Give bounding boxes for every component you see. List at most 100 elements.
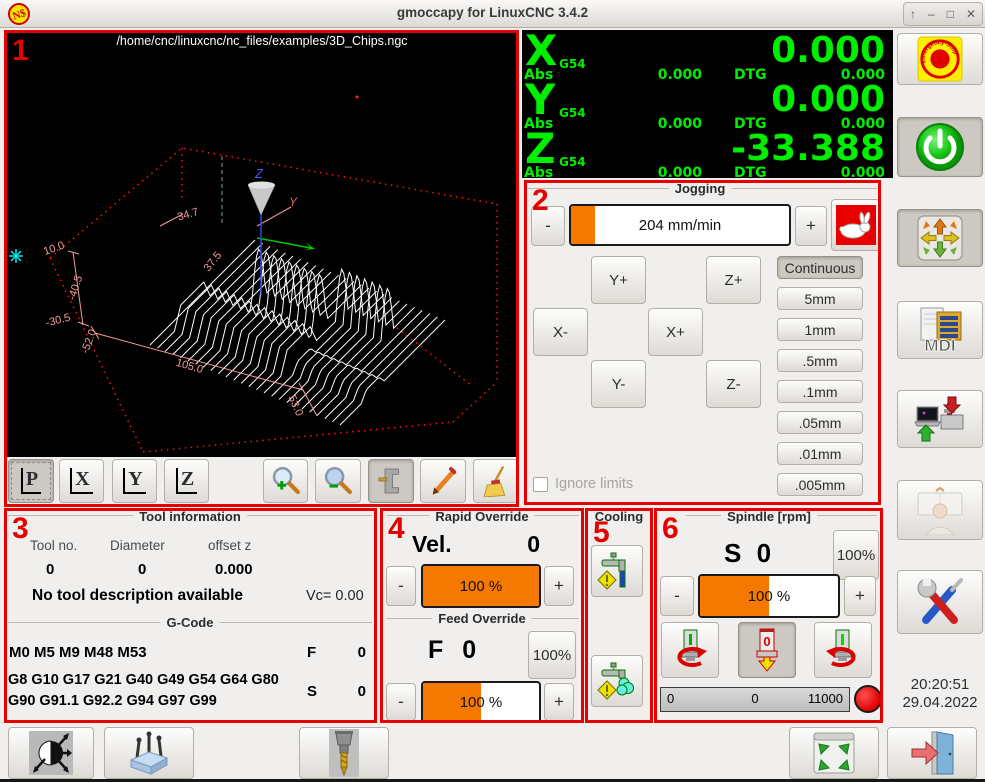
exit-button[interactable] xyxy=(887,727,977,779)
tool-no-header: Tool no. xyxy=(30,538,77,553)
increment-01mm-button[interactable]: .1mm xyxy=(777,380,863,403)
jog-pad-icon xyxy=(917,215,963,261)
spindle-stop-button[interactable]: 0 xyxy=(738,622,796,678)
feed-override-slider[interactable]: 100 % xyxy=(421,681,541,723)
window-close-button[interactable]: ✕ xyxy=(966,7,976,21)
increment-1mm-button[interactable]: 1mm xyxy=(777,318,863,341)
tool-description: No tool description available xyxy=(32,587,243,605)
feed-label: F xyxy=(307,644,316,661)
spindle-frame-title: Spindle [rpm] xyxy=(721,509,817,524)
dro-axis-x[interactable]: X G54 0.000 Abs 0.000 DTG 0.000 xyxy=(522,34,893,83)
spindle-plus-button[interactable]: + xyxy=(844,576,876,616)
exit-icon xyxy=(908,730,956,776)
increment-05mm-button[interactable]: .5mm xyxy=(777,349,863,372)
user-tab-button[interactable] xyxy=(897,480,983,540)
jog-z-minus-button[interactable]: Z- xyxy=(706,360,761,408)
dro-axis-z[interactable]: Z G54 -33.388 Abs 0.000 DTG 0.000 xyxy=(522,132,893,181)
dim-part-b: 37.5 xyxy=(202,250,225,274)
jog-speed-slider[interactable]: 204 mm/min xyxy=(569,204,791,246)
axis-label-z: Z xyxy=(254,166,264,181)
gcode-preview-panel[interactable]: /home/cnc/linuxcnc/nc_files/examples/3D_… xyxy=(5,30,519,457)
increment-005mm-button[interactable]: .05mm xyxy=(777,411,863,434)
window-restore-button[interactable]: ↑ xyxy=(910,7,916,21)
touch-off-button[interactable] xyxy=(8,727,94,779)
clock-time: 20:20:51 xyxy=(895,676,985,693)
mist-coolant-button[interactable] xyxy=(591,655,643,707)
tools-settings-icon xyxy=(912,576,968,628)
jog-z-plus-button[interactable]: Z+ xyxy=(706,256,761,304)
flood-coolant-button[interactable] xyxy=(591,545,643,597)
spindle-ccw-button[interactable] xyxy=(661,622,719,678)
title-bar[interactable]: N$ gmoccapy for LinuxCNC 3.4.2 ↑ – □ ✕ xyxy=(0,0,985,28)
clamp-icon xyxy=(376,466,406,496)
rapid-override-slider[interactable]: 100 % xyxy=(421,564,541,608)
estop-button[interactable]: Emergency-Stop xyxy=(897,33,983,85)
zoom-in-button[interactable] xyxy=(263,459,308,503)
feed-minus-button[interactable]: - xyxy=(386,683,416,721)
coord-system: G54 xyxy=(559,106,586,120)
window-minimize-button[interactable]: – xyxy=(928,7,935,21)
dim-side: -52.0 xyxy=(79,328,99,356)
spindle-reset-button[interactable]: 100% xyxy=(833,530,879,580)
jog-speed-minus-button[interactable]: - xyxy=(531,206,565,246)
jog-turbo-button[interactable] xyxy=(831,199,880,251)
dim-top: 10.0 xyxy=(42,239,66,258)
tool-change-icon xyxy=(321,729,367,777)
jog-y-plus-button[interactable]: Y+ xyxy=(591,256,646,304)
dim-part-a: 34.7 xyxy=(176,206,200,223)
increment-001mm-button[interactable]: .01mm xyxy=(777,442,863,465)
rapid-plus-button[interactable]: + xyxy=(544,566,574,606)
machine-on-button[interactable] xyxy=(897,117,983,177)
annotation-label-6: 6 xyxy=(662,514,679,544)
zoom-out-button[interactable] xyxy=(315,459,361,503)
spindle-minus-button[interactable]: - xyxy=(660,576,694,616)
jog-y-minus-button[interactable]: Y- xyxy=(591,360,646,408)
toggle-dimensions-button[interactable] xyxy=(368,459,414,503)
spindle-rpm-bar: 0 0 11000 xyxy=(660,687,850,712)
view-y-button[interactable]: Y xyxy=(112,459,157,503)
increment-continuous-button[interactable]: Continuous xyxy=(777,256,863,279)
feed-reset-button[interactable]: 100% xyxy=(528,631,576,679)
abs-label: Abs xyxy=(524,165,553,181)
spindle-cw-button[interactable] xyxy=(814,622,872,678)
mdi-mode-button[interactable]: MDI xyxy=(897,301,983,359)
settings-button[interactable] xyxy=(897,570,983,634)
rapid-override-value: 100 % xyxy=(423,566,539,606)
coord-system: G54 xyxy=(559,57,586,71)
dim-bottom: -30.5 xyxy=(44,312,71,330)
axis-label-y: Y xyxy=(289,195,298,209)
window-maximize-button[interactable]: □ xyxy=(947,7,954,21)
edit-gcode-button[interactable] xyxy=(420,459,466,503)
feed-value: 0 xyxy=(330,644,366,661)
rapid-minus-button[interactable]: - xyxy=(386,566,416,606)
jog-speed-plus-button[interactable]: + xyxy=(795,206,827,246)
fullscreen-button[interactable] xyxy=(789,727,879,779)
active-gcodes: G8 G10 G17 G21 G40 G49 G54 G64 G80 G90 G… xyxy=(8,670,300,712)
dro-axis-y[interactable]: Y G54 0.000 Abs 0.000 DTG 0.000 xyxy=(522,83,893,132)
clear-plot-button[interactable] xyxy=(473,459,518,503)
tool-no-value: 0 xyxy=(46,561,54,578)
view-perspective-button[interactable]: P xyxy=(8,459,54,503)
feed-plus-button[interactable]: + xyxy=(544,683,574,721)
operator-icon xyxy=(914,485,966,535)
view-z-button[interactable]: Z xyxy=(164,459,209,503)
increment-0005mm-button[interactable]: .005mm xyxy=(777,473,863,496)
spindle-override-slider[interactable]: 100 % xyxy=(698,574,840,618)
view-x-button[interactable]: X xyxy=(59,459,104,503)
speed-label: S xyxy=(307,683,317,700)
tool-change-button[interactable] xyxy=(299,727,389,779)
emergency-stop-icon: Emergency-Stop xyxy=(917,36,963,82)
spindle-stop-icon: 0 xyxy=(744,627,790,673)
ignore-limits-checkbox[interactable] xyxy=(533,477,548,492)
block-height-button[interactable] xyxy=(104,727,194,779)
jog-x-minus-button[interactable]: X- xyxy=(533,308,588,356)
jog-x-plus-button[interactable]: X+ xyxy=(648,308,703,356)
increment-5mm-button[interactable]: 5mm xyxy=(777,287,863,310)
auto-mode-button[interactable] xyxy=(897,390,983,448)
zoom-in-icon xyxy=(269,464,303,498)
spindle-speed-display: S 0 xyxy=(724,538,775,569)
dim-zrange: -40.5 xyxy=(66,274,85,302)
tool-info-frame-title: Tool information xyxy=(133,509,247,524)
manual-mode-button[interactable] xyxy=(897,209,983,267)
abs-value: 0.000 xyxy=(632,67,702,83)
